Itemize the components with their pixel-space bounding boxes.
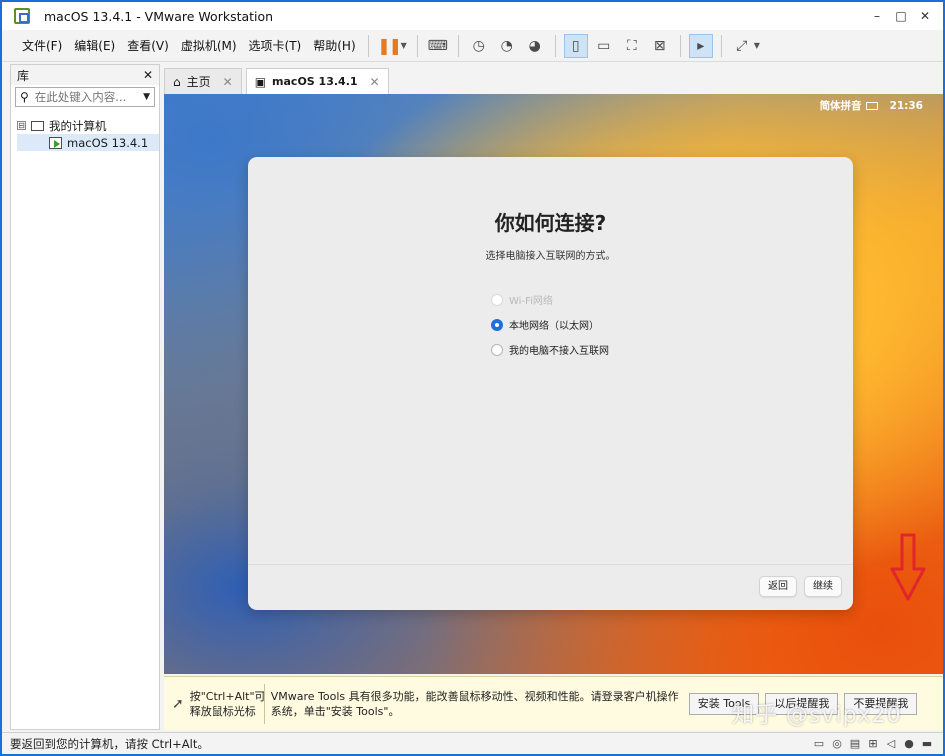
toolbar-divider xyxy=(720,34,722,57)
home-icon: ⌂ xyxy=(173,74,181,89)
menu-tabs[interactable]: 选项卡(T) xyxy=(243,35,308,57)
option-label: Wi-Fi网络 xyxy=(509,296,553,307)
floppy-icon[interactable]: ▤ xyxy=(847,737,863,750)
vmware-logo-icon xyxy=(14,8,30,24)
menu-edit[interactable]: 编辑(E) xyxy=(68,35,121,57)
tools-message: VMware Tools 具有很多功能，能改善鼠标移动性、视频和性能。请登录客户… xyxy=(270,689,679,718)
revert-snapshot-icon[interactable]: ◔ xyxy=(495,34,519,58)
keyboard-icon xyxy=(865,101,878,110)
library-view-icon[interactable]: ▯ xyxy=(563,33,588,58)
vm-display[interactable]: 简体拼音 21:36 你如何连接? 选择电脑接入互联网的方式。 Wi-Fi网络 … xyxy=(164,94,943,674)
library-tree: ⊟ 我的计算机 macOS 13.4.1 xyxy=(11,109,159,159)
toolbar-divider xyxy=(416,34,418,57)
tab-macos[interactable]: ▣ macOS 13.4.1 ✕ xyxy=(245,68,389,94)
title-bar: macOS 13.4.1 - VMware Workstation – □ ✕ xyxy=(2,2,943,30)
clock: 21:36 xyxy=(889,99,923,112)
close-button[interactable]: ✕ xyxy=(913,9,937,23)
thumbnail-view-icon[interactable]: ▭ xyxy=(592,34,616,58)
device-icons: ▭ ◎ ▤ ⊞ ◁ ● ▬ xyxy=(809,737,935,750)
usb-icon[interactable]: ● xyxy=(901,737,917,750)
status-text: 要返回到您的计算机，请按 Ctrl+Alt。 xyxy=(10,736,209,751)
library-search-input[interactable] xyxy=(34,90,143,104)
continue-button[interactable]: 继续 xyxy=(804,576,842,597)
search-dropdown-icon[interactable]: ▼ xyxy=(143,92,150,102)
library-header: 库 ✕ xyxy=(11,65,159,85)
sound-icon[interactable]: ◁ xyxy=(883,737,899,750)
tree-item-label: macOS 13.4.1 xyxy=(67,135,149,150)
cd-icon[interactable]: ◎ xyxy=(829,737,845,750)
radio-button[interactable] xyxy=(491,343,503,356)
dialog-subtitle: 选择电脑接入互联网的方式。 xyxy=(485,251,616,262)
window-title: macOS 13.4.1 - VMware Workstation xyxy=(44,8,274,24)
option-label: 我的电脑不接入互联网 xyxy=(509,346,609,357)
radio-button xyxy=(491,293,503,306)
vm-icon: ▣ xyxy=(254,74,267,89)
annotation-arrow-icon xyxy=(890,533,926,601)
radio-button-selected[interactable] xyxy=(491,318,503,331)
input-method-label[interactable]: 简体拼音 xyxy=(820,98,862,113)
menu-vm[interactable]: 虚拟机(M) xyxy=(175,35,243,57)
tab-close-icon[interactable]: ✕ xyxy=(370,75,380,89)
network-icon[interactable]: ⊞ xyxy=(865,737,881,750)
hdd-icon[interactable]: ▭ xyxy=(811,737,827,750)
tab-close-icon[interactable]: ✕ xyxy=(223,75,233,89)
status-bar: 要返回到您的计算机，请按 Ctrl+Alt。 ▭ ◎ ▤ ⊞ ◁ ● ▬ xyxy=(2,732,943,754)
console-icon[interactable]: ▸ xyxy=(688,33,713,58)
snapshot-icon[interactable]: ◷ xyxy=(467,34,491,58)
tab-label: 主页 xyxy=(186,75,211,89)
dialog-divider xyxy=(248,564,853,565)
vmware-window: macOS 13.4.1 - VMware Workstation – □ ✕ … xyxy=(0,0,945,756)
send-keys-icon[interactable]: ⌨ xyxy=(426,34,450,58)
tree-item-macos[interactable]: macOS 13.4.1 xyxy=(17,134,159,151)
option-wifi: Wi-Fi网络 xyxy=(491,287,609,312)
tab-home[interactable]: ⌂ 主页 ✕ xyxy=(164,68,242,94)
mouse-pointer-icon: ➚ xyxy=(172,695,184,712)
option-ethernet[interactable]: 本地网络（以太网） xyxy=(491,312,609,337)
library-title: 库 xyxy=(17,68,30,83)
network-options: Wi-Fi网络 本地网络（以太网） 我的电脑不接入互联网 xyxy=(491,287,609,362)
toolbar-divider xyxy=(367,34,369,57)
option-label: 本地网络（以太网） xyxy=(509,321,599,332)
tree-item-label: 我的计算机 xyxy=(49,118,107,133)
pause-dropdown-icon[interactable]: ▼ xyxy=(401,41,407,50)
unity-icon[interactable]: ⊠ xyxy=(648,34,672,58)
toolbar-divider xyxy=(679,34,681,57)
tree-item-my-computer[interactable]: ⊟ 我的计算机 xyxy=(17,117,153,134)
stretch-dropdown-icon[interactable]: ▼ xyxy=(754,41,760,50)
library-panel: 库 ✕ ⚲ ▼ ⊟ 我的计算机 macOS 13.4.1 xyxy=(10,64,160,730)
option-no-internet[interactable]: 我的电脑不接入互联网 xyxy=(491,337,609,362)
library-search: ⚲ ▼ xyxy=(15,87,155,107)
maximize-button[interactable]: □ xyxy=(889,9,913,23)
search-icon: ⚲ xyxy=(20,90,29,104)
dialog-title: 你如何连接? xyxy=(494,211,607,235)
back-button[interactable]: 返回 xyxy=(759,576,797,597)
watermark: 知乎 @svipx20 xyxy=(732,703,902,728)
tab-strip: ⌂ 主页 ✕ ▣ macOS 13.4.1 ✕ xyxy=(164,66,943,94)
menu-file[interactable]: 文件(F) xyxy=(16,35,68,57)
setup-dialog: 你如何连接? 选择电脑接入互联网的方式。 Wi-Fi网络 本地网络（以太网） 我… xyxy=(248,157,926,610)
minimize-button[interactable]: – xyxy=(865,9,889,23)
display-icon[interactable]: ▬ xyxy=(919,737,935,750)
manage-snapshots-icon[interactable]: ◕ xyxy=(523,34,547,58)
toolbar-divider xyxy=(457,34,459,57)
menu-view[interactable]: 查看(V) xyxy=(121,35,175,57)
computer-icon xyxy=(31,120,44,131)
tab-label: macOS 13.4.1 xyxy=(272,75,358,88)
vm-running-icon xyxy=(49,136,62,149)
fullscreen-icon[interactable]: ⛶ xyxy=(620,34,644,58)
toolbar-divider xyxy=(554,34,556,57)
stretch-icon[interactable]: ⤢ xyxy=(730,34,754,58)
menu-help[interactable]: 帮助(H) xyxy=(307,35,361,57)
library-close-icon[interactable]: ✕ xyxy=(143,68,153,82)
window-controls: – □ ✕ xyxy=(865,2,937,30)
release-cursor-hint: 按"Ctrl+Alt"可释放鼠标光标 xyxy=(189,689,266,718)
notice-divider xyxy=(263,683,265,724)
mac-menubar-status: 简体拼音 21:36 xyxy=(820,98,923,113)
collapse-icon[interactable]: ⊟ xyxy=(17,121,26,130)
pause-icon[interactable]: ❚❚ xyxy=(377,34,402,58)
menu-toolbar: 文件(F) 编辑(E) 查看(V) 虚拟机(M) 选项卡(T) 帮助(H) ❚❚… xyxy=(2,30,943,62)
